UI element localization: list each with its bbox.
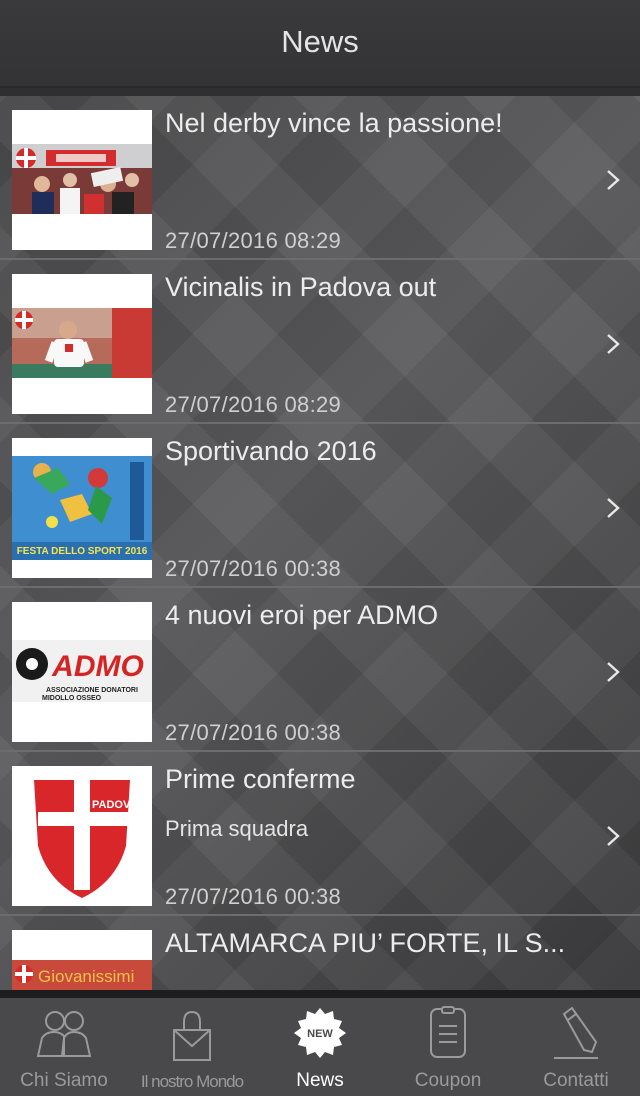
coupon-icon — [430, 1006, 466, 1058]
tab-label: Coupon — [414, 1070, 482, 1091]
news-item-4[interactable]: ADMO ASSOCIAZIONE DONATORI MIDOLLO OSSEO… — [0, 588, 640, 752]
chevron-right-icon — [607, 498, 620, 518]
news-title: Nel derby vince la passione! — [165, 108, 503, 138]
news-date: 27/07/2016 08:29 — [165, 228, 342, 253]
chevron-right-icon — [607, 334, 620, 354]
svg-text:ASSOCIAZIONE DONATORI: ASSOCIAZIONE DONATORI — [46, 687, 138, 694]
tab-coupon[interactable]: Coupon — [384, 998, 512, 1096]
tab-contatti[interactable]: Contatti — [512, 998, 640, 1096]
svg-text:NEW: NEW — [307, 1028, 333, 1040]
people-icon — [36, 1011, 92, 1057]
news-date: 27/07/2016 08:29 — [165, 392, 342, 417]
tab-bar: Chi Siamo Il nostro Mondo NEW News Coupo… — [0, 990, 640, 1096]
page-title: News — [281, 24, 359, 59]
news-title: ALTAMARCA PIU’ FORTE, IL S... — [165, 928, 566, 958]
news-date: 27/07/2016 00:38 — [165, 884, 342, 909]
svg-text:ADMO: ADMO — [51, 650, 144, 683]
tab-il-nostro-mondo[interactable]: Il nostro Mondo — [128, 998, 256, 1096]
chevron-right-icon — [607, 662, 620, 682]
nav-bar: News — [0, 0, 640, 88]
svg-text:MIDOLLO OSSEO: MIDOLLO OSSEO — [42, 695, 102, 702]
svg-text:Giovanissimi: Giovanissimi — [38, 967, 134, 986]
news-date: 27/07/2016 00:38 — [165, 556, 342, 581]
chevron-right-icon — [607, 170, 620, 190]
tab-label: Il nostro Mondo — [140, 1072, 244, 1091]
news-item-6[interactable]: Giovanissimi ALTAMARCA PIU’ FORTE, IL S.… — [0, 916, 640, 990]
news-title: Sportivando 2016 — [165, 436, 377, 466]
shopping-bag-icon — [173, 1010, 211, 1061]
header-divider — [0, 88, 640, 96]
news-item-5[interactable]: PADOVA C5 Prime conferme Prima squadra 2… — [0, 752, 640, 916]
news-title: Prime conferme — [165, 764, 356, 794]
news-date: 27/07/2016 00:38 — [165, 720, 342, 745]
tab-label: Contatti — [543, 1070, 609, 1091]
news-item-1[interactable]: Nel derby vince la passione! 27/07/2016 … — [0, 96, 640, 260]
news-thumbnail-player — [12, 274, 152, 414]
news-thumbnail-padova: PADOVA C5 — [12, 766, 152, 906]
new-badge-icon: NEW — [294, 1008, 346, 1058]
news-thumbnail-giovanissimi: Giovanissimi — [12, 930, 152, 990]
news-list[interactable]: Nel derby vince la passione! 27/07/2016 … — [0, 96, 640, 990]
svg-text:FESTA DELLO SPORT 2016: FESTA DELLO SPORT 2016 — [17, 546, 148, 557]
news-title: Vicinalis in Padova out — [165, 272, 437, 302]
news-thumbnail-sportivando: FESTA DELLO SPORT 2016 — [12, 438, 152, 578]
news-title: 4 nuovi eroi per ADMO — [165, 600, 439, 630]
chevron-right-icon — [607, 826, 620, 846]
news-item-2[interactable]: Vicinalis in Padova out 27/07/2016 08:29 — [0, 260, 640, 424]
news-thumbnail-derby — [12, 110, 152, 250]
svg-text:C5: C5 — [98, 813, 107, 820]
svg-text:PADOVA: PADOVA — [92, 799, 137, 811]
pen-icon — [554, 1006, 598, 1059]
tab-label: Chi Siamo — [20, 1070, 108, 1091]
news-subtitle: Prima squadra — [165, 816, 309, 841]
tab-label: News — [296, 1070, 344, 1091]
news-thumbnail-admo: ADMO ASSOCIAZIONE DONATORI MIDOLLO OSSEO — [12, 602, 152, 742]
tab-news[interactable]: NEW News — [256, 998, 384, 1096]
news-item-3[interactable]: FESTA DELLO SPORT 2016 Sportivando 2016 … — [0, 424, 640, 588]
tab-chi-siamo[interactable]: Chi Siamo — [0, 998, 128, 1096]
